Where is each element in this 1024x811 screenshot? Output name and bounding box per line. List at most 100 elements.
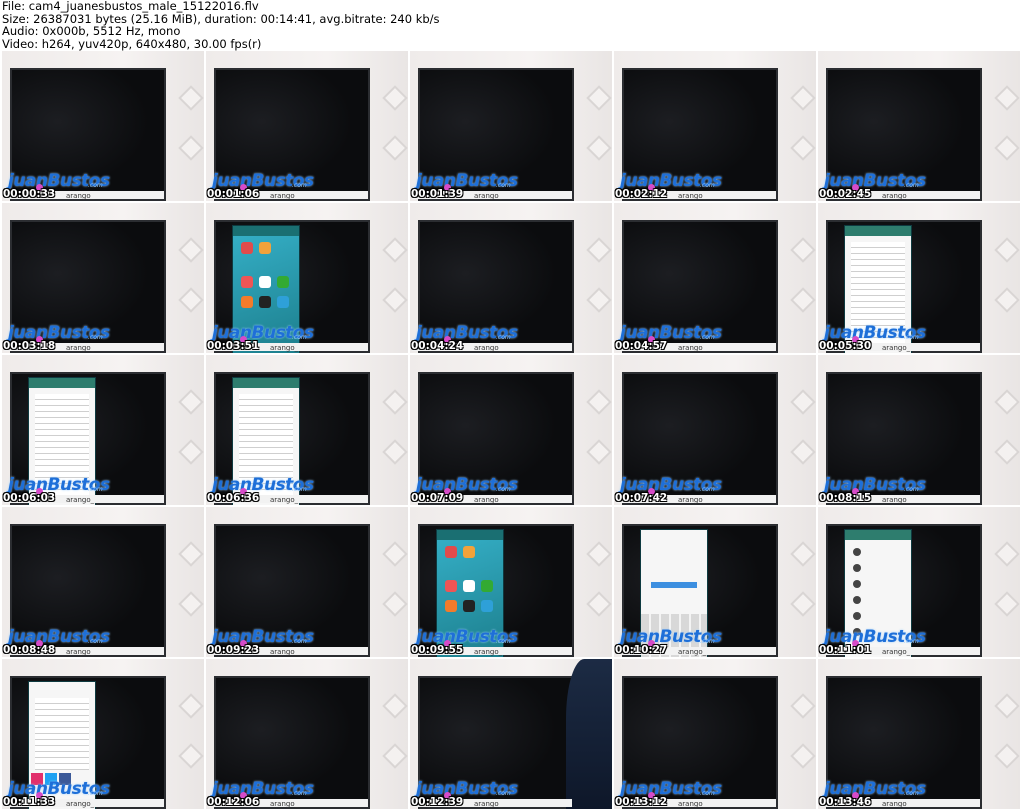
watermark-tag: arango_	[678, 800, 707, 808]
watermark-domain: .com	[292, 638, 307, 645]
watermark-domain: .com	[88, 334, 103, 341]
watermark-domain: .com	[700, 182, 715, 189]
file-info-header: File: cam4_juanesbustos_male_15122016.fl…	[2, 0, 1022, 50]
video-thumbnail[interactable]: arango_ juanBustos .com 00:13:12	[614, 659, 816, 809]
contact-avatar	[853, 612, 861, 620]
timestamp-label: 00:07:09	[411, 492, 464, 504]
video-thumbnail[interactable]: arango_ juanBustos .com 00:10:27	[614, 507, 816, 657]
watermark-tag: arango_	[66, 648, 95, 656]
app-icon	[277, 276, 289, 288]
watermark-tag: arango_	[270, 496, 299, 504]
timestamp-label: 00:02:12	[615, 188, 668, 200]
timestamp-label: 00:02:45	[819, 188, 872, 200]
video-thumbnail[interactable]: arango_ juanBustos .com 00:00:33	[2, 51, 204, 201]
video-thumbnail[interactable]: arango_ juanBustos .com 00:07:09	[410, 355, 612, 505]
video-thumbnail[interactable]: arango_ juanBustos .com 00:05:30	[818, 203, 1020, 353]
phone-status-bar	[233, 226, 299, 236]
video-thumbnail[interactable]: arango_ juanBustos .com 00:06:03	[2, 355, 204, 505]
watermark-tag: arango_	[66, 800, 95, 808]
video-thumbnail[interactable]: arango_ juanBustos .com 00:12:06	[206, 659, 408, 809]
audio-info-line: Audio: 0x000b, 5512 Hz, mono	[2, 24, 181, 38]
timestamp-label: 00:11:01	[819, 644, 872, 656]
watermark-domain: .com	[292, 182, 307, 189]
timestamp-label: 00:06:36	[207, 492, 260, 504]
watermark-tag: arango_	[678, 344, 707, 352]
watermark-tag: arango_	[270, 344, 299, 352]
video-thumbnail[interactable]: arango_ juanBustos .com 00:03:18	[2, 203, 204, 353]
timestamp-label: 00:09:23	[207, 644, 260, 656]
app-icon	[259, 242, 271, 254]
watermark-domain: .com	[88, 182, 103, 189]
watermark-tag: arango_	[678, 192, 707, 200]
thumbnail-grid: arango_ juanBustos .com 00:00:33 arango_ juan…	[2, 51, 1022, 811]
timestamp-label: 00:01:39	[411, 188, 464, 200]
file-name-line: File: cam4_juanesbustos_male_15122016.fl…	[2, 0, 259, 13]
watermark-domain: .com	[496, 638, 511, 645]
watermark-tag: arango_	[474, 648, 503, 656]
app-icon	[259, 276, 271, 288]
video-thumbnail[interactable]: arango_ juanBustos .com 00:01:39	[410, 51, 612, 201]
phone-status-bar	[845, 226, 911, 236]
timestamp-label: 00:13:46	[819, 796, 872, 808]
app-icon	[463, 600, 475, 612]
video-thumbnail[interactable]: arango_ juanBustos .com 00:07:42	[614, 355, 816, 505]
login-button	[651, 582, 697, 588]
contact-avatar	[853, 580, 861, 588]
watermark-domain: .com	[496, 182, 511, 189]
app-icon	[445, 546, 457, 558]
watermark-tag: arango_	[882, 496, 911, 504]
app-icon	[241, 296, 253, 308]
watermark-domain: .com	[700, 486, 715, 493]
timestamp-label: 00:06:03	[3, 492, 56, 504]
video-thumbnail[interactable]: arango_ juanBustos .com 00:09:23	[206, 507, 408, 657]
timestamp-label: 00:10:27	[615, 644, 668, 656]
watermark-domain: .com	[904, 182, 919, 189]
watermark-domain: .com	[88, 638, 103, 645]
timestamp-label: 00:04:24	[411, 340, 464, 352]
app-icon	[481, 600, 493, 612]
contact-avatar	[853, 564, 861, 572]
watermark-domain: .com	[496, 790, 511, 797]
watermark-domain: .com	[904, 790, 919, 797]
timestamp-label: 00:13:12	[615, 796, 668, 808]
video-thumbnail[interactable]: arango_ juanBustos .com 00:08:15	[818, 355, 1020, 505]
watermark-tag: arango_	[270, 192, 299, 200]
watermark-tag: arango_	[882, 192, 911, 200]
video-thumbnail[interactable]: arango_ juanBustos .com 00:08:48	[2, 507, 204, 657]
timestamp-label: 00:04:57	[615, 340, 668, 352]
watermark-tag: arango_	[474, 192, 503, 200]
app-icon	[481, 580, 493, 592]
watermark-tag: arango_	[270, 648, 299, 656]
phone-status-bar	[29, 378, 95, 388]
video-thumbnail[interactable]: arango_ juanBustos .com 00:13:46	[818, 659, 1020, 809]
video-thumbnail[interactable]: arango_ juanBustos .com 00:03:51	[206, 203, 408, 353]
watermark-tag: arango_	[882, 800, 911, 808]
timestamp-label: 00:05:30	[819, 340, 872, 352]
video-thumbnail[interactable]: arango_ juanBustos .com 00:11:01	[818, 507, 1020, 657]
app-icon	[259, 296, 271, 308]
video-thumbnail[interactable]: arango_ juanBustos .com 00:06:36	[206, 355, 408, 505]
video-thumbnail[interactable]: arango_ juanBustos .com 00:12:39	[410, 659, 612, 809]
timestamp-label: 00:12:39	[411, 796, 464, 808]
phone-status-bar	[233, 378, 299, 388]
video-thumbnail[interactable]: arango_ juanBustos .com 00:04:24	[410, 203, 612, 353]
video-thumbnail[interactable]: arango_ juanBustos .com 00:11:33	[2, 659, 204, 809]
app-icon	[463, 580, 475, 592]
app-icon	[445, 600, 457, 612]
watermark-domain: .com	[700, 638, 715, 645]
video-thumbnail[interactable]: arango_ juanBustos .com 00:02:12	[614, 51, 816, 201]
timestamp-label: 00:01:06	[207, 188, 260, 200]
timestamp-label: 00:08:48	[3, 644, 56, 656]
contact-avatar	[853, 596, 861, 604]
video-thumbnail[interactable]: arango_ juanBustos .com 00:09:55	[410, 507, 612, 657]
video-thumbnail[interactable]: arango_ juanBustos .com 00:04:57	[614, 203, 816, 353]
timestamp-label: 00:03:18	[3, 340, 56, 352]
watermark-domain: .com	[292, 790, 307, 797]
person-silhouette	[566, 659, 612, 809]
phone-status-bar	[845, 530, 911, 540]
watermark-tag: arango_	[678, 648, 707, 656]
timestamp-label: 00:03:51	[207, 340, 260, 352]
video-thumbnail[interactable]: arango_ juanBustos .com 00:02:45	[818, 51, 1020, 201]
watermark-tag: arango_	[474, 344, 503, 352]
video-thumbnail[interactable]: arango_ juanBustos .com 00:01:06	[206, 51, 408, 201]
